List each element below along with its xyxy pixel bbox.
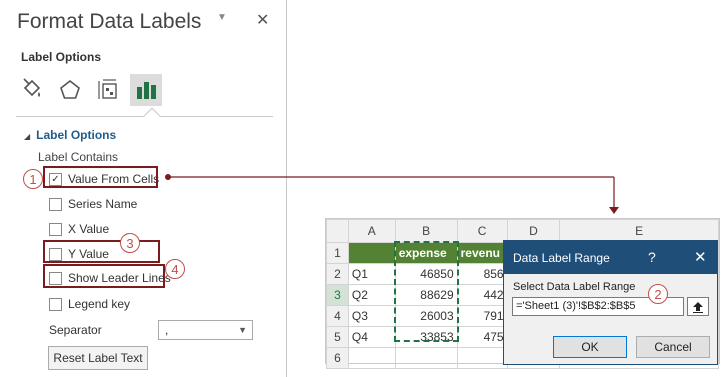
row-header[interactable]: 3 xyxy=(326,284,349,306)
step-badge: 2 xyxy=(648,284,668,304)
step-badge: 4 xyxy=(165,259,185,279)
format-data-labels-pane: Format Data Labels ▼ ✕ Label Options ◢ La… xyxy=(0,0,287,377)
active-tab-pointer xyxy=(143,107,161,125)
cell[interactable]: Q2 xyxy=(347,284,396,306)
cell[interactable] xyxy=(456,347,508,369)
cell[interactable] xyxy=(347,347,396,369)
highlight-box-y-value xyxy=(43,240,160,263)
step-badge: 3 xyxy=(120,233,140,253)
data-label-range-dialog: Data Label Range ? ✕ Select Data Label R… xyxy=(503,240,718,365)
separator-label: Separator xyxy=(49,323,102,337)
row-header[interactable]: 2 xyxy=(326,263,349,285)
select-all-corner[interactable] xyxy=(326,219,349,243)
cell[interactable]: Q4 xyxy=(347,326,396,348)
row-header[interactable]: 5 xyxy=(326,326,349,348)
option-label: Legend key xyxy=(68,297,131,311)
column-header[interactable]: C xyxy=(456,219,508,243)
pane-menu-chevron-icon[interactable]: ▼ xyxy=(217,12,227,23)
label-options-section-header[interactable]: ◢ Label Options xyxy=(24,128,116,142)
checkbox-box xyxy=(49,222,62,236)
highlight-box-value-from-cells xyxy=(43,166,158,188)
pane-category-tabs xyxy=(16,74,162,106)
legend-key-checkbox[interactable]: Legend key xyxy=(49,297,130,311)
cell[interactable]: 475 xyxy=(456,326,508,348)
column-header[interactable]: A xyxy=(347,219,396,243)
row-header[interactable]: 6 xyxy=(326,347,349,369)
pane-close-icon[interactable]: ✕ xyxy=(256,10,269,30)
dialog-prompt: Select Data Label Range xyxy=(513,281,636,293)
help-icon[interactable]: ? xyxy=(648,249,656,265)
label-options-bar-icon[interactable] xyxy=(130,74,162,106)
cell[interactable]: 46850 xyxy=(394,263,458,285)
cancel-button[interactable]: Cancel xyxy=(636,336,710,358)
cell[interactable]: expense xyxy=(394,242,458,264)
cell[interactable] xyxy=(394,347,458,369)
cell[interactable]: 856 xyxy=(456,263,508,285)
effects-pentagon-icon[interactable] xyxy=(54,74,86,106)
separator-select[interactable]: , ▼ xyxy=(158,320,253,340)
section-title: Label Options xyxy=(36,128,117,142)
cell[interactable]: 791 xyxy=(456,305,508,327)
label-contains-heading: Label Contains xyxy=(38,150,119,164)
collapse-triangle-icon: ◢ xyxy=(24,132,31,141)
checkbox-box xyxy=(49,297,62,311)
reset-label-text-button[interactable]: Reset Label Text xyxy=(48,346,148,370)
column-header[interactable]: B xyxy=(394,219,458,243)
cell[interactable]: 33853 xyxy=(394,326,458,348)
fill-line-icon[interactable] xyxy=(16,74,48,106)
checkbox-box xyxy=(49,197,62,211)
separator-value: , xyxy=(165,323,169,337)
option-label: Series Name xyxy=(68,197,138,211)
pane-title: Format Data Labels xyxy=(17,10,202,33)
chevron-down-icon: ▼ xyxy=(238,325,247,335)
arrow-head-icon xyxy=(609,207,619,214)
row-header[interactable]: 4 xyxy=(326,305,349,327)
pane-subtitle: Label Options xyxy=(21,50,102,64)
ok-button[interactable]: OK xyxy=(553,336,627,358)
collapse-dialog-icon[interactable] xyxy=(687,297,709,316)
dialog-title: Data Label Range xyxy=(513,251,610,265)
cell[interactable]: 26003 xyxy=(394,305,458,327)
dialog-title-bar[interactable]: Data Label Range ? ✕ xyxy=(504,241,717,274)
cell[interactable]: Q1 xyxy=(347,263,396,285)
close-icon[interactable]: ✕ xyxy=(694,248,707,266)
cell[interactable]: 442 xyxy=(456,284,508,306)
series-name-checkbox[interactable]: Series Name xyxy=(49,197,137,211)
screenshot-root: Format Data Labels ▼ ✕ Label Options ◢ La… xyxy=(0,0,722,377)
cell[interactable]: revenu xyxy=(456,242,508,264)
x-value-checkbox[interactable]: X Value xyxy=(49,222,109,236)
row-header[interactable]: 1 xyxy=(326,242,349,264)
highlight-box-show-leader-lines xyxy=(43,264,165,288)
size-properties-icon[interactable] xyxy=(92,74,124,106)
step-badge: 1 xyxy=(23,169,43,189)
cell[interactable]: 88629 xyxy=(394,284,458,306)
option-label: X Value xyxy=(68,222,110,236)
cell[interactable] xyxy=(347,242,396,264)
cell[interactable]: Q3 xyxy=(347,305,396,327)
